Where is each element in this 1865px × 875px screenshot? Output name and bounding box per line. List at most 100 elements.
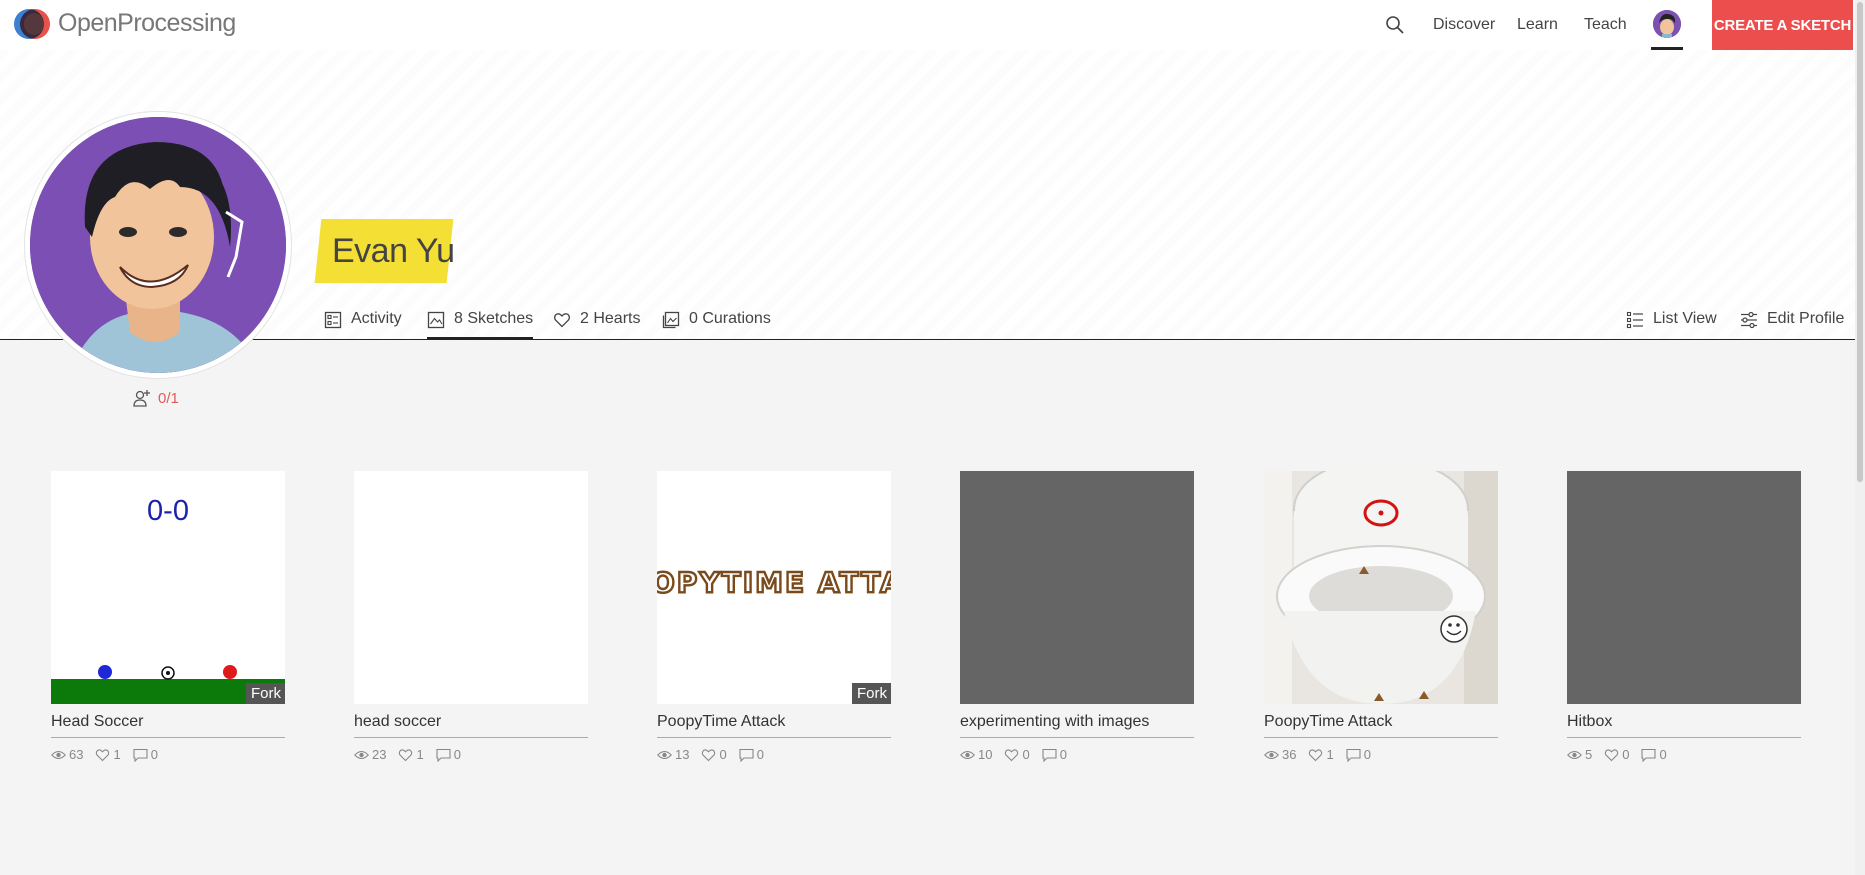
tab-hearts-label: 2 Hearts (580, 310, 641, 327)
top-navbar: OpenProcessing Discover Learn Teach CREA… (0, 0, 1855, 50)
header-divider (0, 339, 1855, 340)
comments-stat[interactable]: 0 (1346, 747, 1371, 762)
hearts-stat[interactable]: 0 (701, 747, 727, 762)
comment-icon (1346, 748, 1361, 762)
views-stat: 5 (1567, 747, 1592, 762)
eye-icon (960, 750, 975, 759)
sketch-title[interactable]: Hitbox (1567, 713, 1801, 738)
tab-curations-label: 0 Curations (689, 310, 771, 327)
comments-stat[interactable]: 0 (436, 747, 461, 762)
hearts-stat[interactable]: 0 (1604, 747, 1629, 762)
sketch-card[interactable]: experimenting with images 10 0 0 (960, 471, 1194, 762)
list-view-button[interactable]: List View (1626, 310, 1717, 340)
eye-icon (354, 750, 369, 759)
sketch-stats: 5 0 0 (1567, 747, 1801, 762)
eye-icon (1264, 750, 1279, 759)
sketch-thumbnail[interactable] (960, 471, 1194, 704)
sketch-title[interactable]: PoopyTime Attack (1264, 713, 1498, 738)
comments-stat[interactable]: 0 (739, 747, 764, 762)
comment-icon (133, 748, 148, 762)
add-user-icon (133, 390, 150, 407)
views-stat: 36 (1264, 747, 1296, 762)
sketch-thumbnail[interactable]: 0-0 Fork (51, 471, 285, 704)
tab-activity[interactable]: Activity (324, 310, 402, 340)
heart-icon (553, 313, 571, 328)
edit-profile-label: Edit Profile (1767, 310, 1845, 327)
list-view-label: List View (1653, 310, 1717, 327)
score-text: 0-0 (147, 495, 189, 527)
sketch-stats: 36 1 0 (1264, 747, 1498, 762)
tab-activity-label: Activity (351, 310, 402, 327)
profile-avatar (25, 112, 291, 378)
fork-badge: Fork (246, 683, 285, 704)
fork-badge: Fork (852, 683, 891, 704)
nav-discover[interactable]: Discover (1433, 16, 1495, 34)
curations-icon (662, 311, 680, 329)
sketch-title[interactable]: experimenting with images (960, 713, 1194, 738)
hearts-stat[interactable]: 1 (95, 747, 121, 762)
heart-icon (399, 748, 413, 761)
sketch-thumbnail[interactable] (1264, 471, 1498, 704)
hearts-stat[interactable]: 1 (1308, 747, 1334, 762)
nav-teach[interactable]: Teach (1584, 16, 1627, 34)
sketch-title[interactable]: PoopyTime Attack (657, 713, 891, 738)
sketch-card[interactable]: head soccer 23 1 0 (354, 471, 588, 762)
sketch-title[interactable]: Head Soccer (51, 713, 285, 738)
page-scrollbar[interactable] (1855, 0, 1865, 875)
heart-icon (702, 748, 716, 761)
heart-icon (1005, 748, 1019, 761)
profile-name: Evan Yu (332, 232, 455, 270)
sketch-card[interactable]: Hitbox 5 0 0 (1567, 471, 1801, 762)
heart-icon (1309, 748, 1323, 761)
sketch-thumbnail[interactable] (1567, 471, 1801, 704)
edit-profile-button[interactable]: Edit Profile (1740, 310, 1844, 340)
logo-text: OpenProcessing (58, 8, 236, 37)
create-sketch-button[interactable]: CREATE A SKETCH (1712, 0, 1853, 50)
active-avatar-indicator (1651, 47, 1683, 50)
views-stat: 13 (657, 747, 689, 762)
eye-icon (1567, 750, 1582, 759)
views-stat: 63 (51, 747, 83, 762)
openprocessing-logo[interactable]: OpenProcessing (14, 7, 236, 39)
sketch-stats: 63 1 0 (51, 747, 285, 762)
comment-icon (436, 748, 451, 762)
sketch-card[interactable]: PoopyTime Attack 36 1 0 (1264, 471, 1498, 762)
followers-count[interactable]: 0/1 (133, 389, 179, 407)
comments-stat[interactable]: 0 (133, 747, 158, 762)
tab-sketches-label: 8 Sketches (454, 310, 534, 327)
eye-icon (51, 750, 66, 759)
hearts-stat[interactable]: 1 (398, 747, 424, 762)
tab-curations[interactable]: 0 Curations (662, 310, 771, 340)
tab-hearts[interactable]: 2 Hearts (553, 310, 640, 340)
nav-learn[interactable]: Learn (1517, 16, 1558, 34)
sketch-title[interactable]: head soccer (354, 713, 588, 738)
sketch-stats: 23 1 0 (354, 747, 588, 762)
activity-icon (324, 311, 342, 329)
sketch-stats: 13 0 0 (657, 747, 891, 762)
scrollbar-thumb[interactable] (1857, 2, 1863, 482)
tab-sketches[interactable]: 8 Sketches (427, 310, 534, 340)
banner-text: OPYTIME ATTA (657, 566, 891, 599)
search-icon[interactable] (1385, 15, 1405, 35)
logo-mark-icon (14, 7, 52, 39)
hearts-stat[interactable]: 0 (1004, 747, 1030, 762)
user-avatar-small[interactable] (1653, 10, 1681, 38)
comment-icon (1641, 748, 1657, 762)
followers-label: 0/1 (158, 389, 179, 407)
sketch-thumbnail[interactable] (354, 471, 588, 704)
heart-icon (96, 748, 110, 761)
views-stat: 10 (960, 747, 992, 762)
sketch-card[interactable]: OPYTIME ATTA Fork PoopyTime Attack 13 0 … (657, 471, 891, 762)
views-stat: 23 (354, 747, 386, 762)
comments-stat[interactable]: 0 (1042, 747, 1067, 762)
eye-icon (657, 750, 672, 759)
heart-icon (1605, 748, 1619, 761)
sketch-card[interactable]: 0-0 Fork Head Soccer 63 1 0 (51, 471, 285, 762)
comment-icon (739, 748, 754, 762)
comment-icon (1042, 748, 1057, 762)
sketch-stats: 10 0 0 (960, 747, 1194, 762)
sketch-thumbnail[interactable]: OPYTIME ATTA Fork (657, 471, 891, 704)
sketches-icon (427, 311, 445, 329)
comments-stat[interactable]: 0 (1641, 747, 1667, 762)
list-view-icon (1626, 311, 1643, 329)
